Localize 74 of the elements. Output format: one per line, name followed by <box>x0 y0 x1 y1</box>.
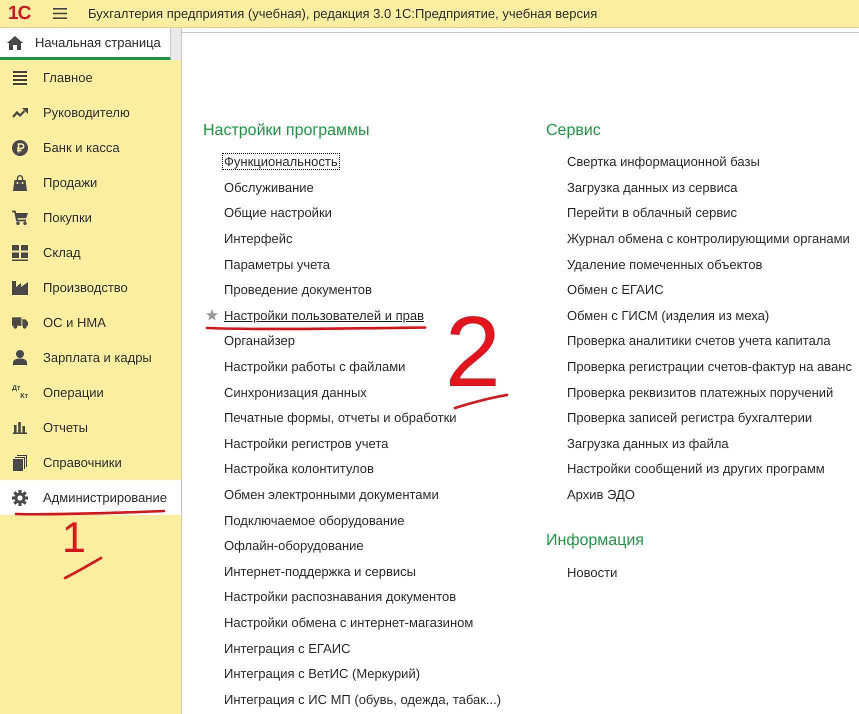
sidebar-item[interactable]: Администрирование <box>0 480 181 515</box>
home-page-tab[interactable]: Начальная страница <box>0 28 171 60</box>
menu-link[interactable]: Удаление помеченных объектов <box>565 256 764 273</box>
grid-icon <box>12 244 28 260</box>
menu-link[interactable]: Параметры учета <box>222 256 332 273</box>
menu-link[interactable]: Синхронизация данных <box>222 384 369 401</box>
menu-link[interactable]: Обслуживание <box>222 178 316 196</box>
sidebar-item[interactable]: ОС и НМА <box>0 305 181 340</box>
trend-icon <box>12 108 28 118</box>
menu-link[interactable]: Офлайн-оборудование <box>222 537 366 554</box>
menu-link[interactable]: Проверка реквизитов платежных поручений <box>565 384 836 401</box>
ruble-coin-icon <box>12 140 28 156</box>
menu-link[interactable]: Новости <box>565 564 620 581</box>
sidebar-item[interactable]: Производство <box>0 270 181 305</box>
home-icon <box>7 36 23 50</box>
menu-link[interactable]: Интернет-поддержка и сервисы <box>222 562 418 580</box>
document-stack-icon <box>13 454 27 470</box>
menu-link[interactable]: Настройки регистров учета <box>222 434 390 452</box>
section-heading: Сервис <box>546 121 601 141</box>
sidebar-item[interactable]: Зарплата и кадры <box>0 340 181 375</box>
sidebar-item[interactable]: Отчеты <box>0 410 181 445</box>
annotation-stroke <box>63 556 103 580</box>
sidebar-item[interactable]: Банк и касса <box>0 130 181 165</box>
person-icon <box>13 350 27 365</box>
menu-link[interactable]: Журнал обмена с контролирующими органами <box>565 230 852 248</box>
menu-link[interactable]: Общие настройки <box>222 204 334 222</box>
sidebar-item[interactable]: Главное <box>0 60 181 95</box>
menu-link[interactable]: Интеграция с ЕГАИС <box>222 640 352 657</box>
menu-link[interactable]: Проверка регистрации счетов-фактур на аванс <box>565 358 854 376</box>
sidebar-item[interactable]: Склад <box>0 235 181 270</box>
menu-link[interactable]: Перейти в облачный сервис <box>565 204 740 222</box>
annotation-number: 1 <box>62 521 86 556</box>
bar-chart-icon <box>13 421 27 434</box>
annotation-stroke <box>453 392 509 410</box>
sidebar-item[interactable]: Руководителю <box>0 95 181 130</box>
menu-link[interactable]: Органайзер <box>222 332 297 350</box>
menu-link[interactable]: Проверка записей регистра бухгалтерии <box>565 409 814 426</box>
menu-link[interactable]: Настройка колонтитулов <box>222 460 376 478</box>
menu-link[interactable]: Интеграция с ИС МП (обувь, одежда, табак...) <box>222 690 504 708</box>
menu-link[interactable]: Интеграция с ВетИС (Меркурий) <box>222 665 422 682</box>
menu-link[interactable]: Настройки работы с файлами <box>222 358 408 376</box>
cart-icon <box>12 210 28 225</box>
menu-link[interactable]: Загрузка данных из файла <box>565 434 731 452</box>
menu-link[interactable]: Обмен электронными документами <box>222 486 441 504</box>
sidebar-item[interactable]: Покупки <box>0 200 181 235</box>
menu-link[interactable]: Настройки обмена с интернет-магазином <box>222 614 476 631</box>
menu-link[interactable]: Подключаемое оборудование <box>222 512 407 529</box>
factory-icon <box>12 280 28 294</box>
menu-link[interactable]: Загрузка данных из сервиса <box>565 178 740 196</box>
list-icon <box>13 70 27 84</box>
truck-icon <box>12 316 28 328</box>
menu-link[interactable]: Настройки распознавания документов <box>222 588 458 606</box>
menu-link[interactable]: Печатные формы, отчеты и обработки <box>222 409 459 426</box>
star-icon[interactable] <box>206 309 218 322</box>
sidebar-item[interactable]: Справочники <box>0 445 181 480</box>
menu-link[interactable]: Настройки сообщений из других программ <box>565 460 827 478</box>
menu-link[interactable]: Проведение документов <box>222 281 374 298</box>
settings-icon <box>12 490 28 506</box>
menu-link[interactable]: Функциональность <box>222 153 340 170</box>
section-heading: Настройки программы <box>203 121 370 141</box>
menu-link[interactable]: Обмен с ЕГАИС <box>565 281 666 298</box>
app-logo: 1С <box>8 4 32 24</box>
menu-link[interactable]: Свертка информационной базы <box>565 153 762 170</box>
menu-link[interactable]: Архив ЭДО <box>565 486 637 504</box>
menu-link[interactable]: Интерфейс <box>222 230 294 248</box>
sidebar-item[interactable]: Продажи <box>0 165 181 200</box>
window-title: Бухгалтерия предприятия (учебная), редакция 3.0 1С:Предприятие, учебная версия <box>88 6 598 22</box>
shopping-bag-icon <box>13 174 27 190</box>
section-heading: Информация <box>546 531 644 552</box>
menu-icon[interactable] <box>53 8 67 19</box>
menu-link[interactable]: Проверка аналитики счетов учета капитала <box>565 332 833 350</box>
annotation-number: 2 <box>445 312 501 392</box>
menu-link[interactable]: Обмен с ГИСМ (изделия из меха) <box>565 306 772 324</box>
menu-link[interactable]: Настройки пользователей и прав <box>222 306 426 324</box>
